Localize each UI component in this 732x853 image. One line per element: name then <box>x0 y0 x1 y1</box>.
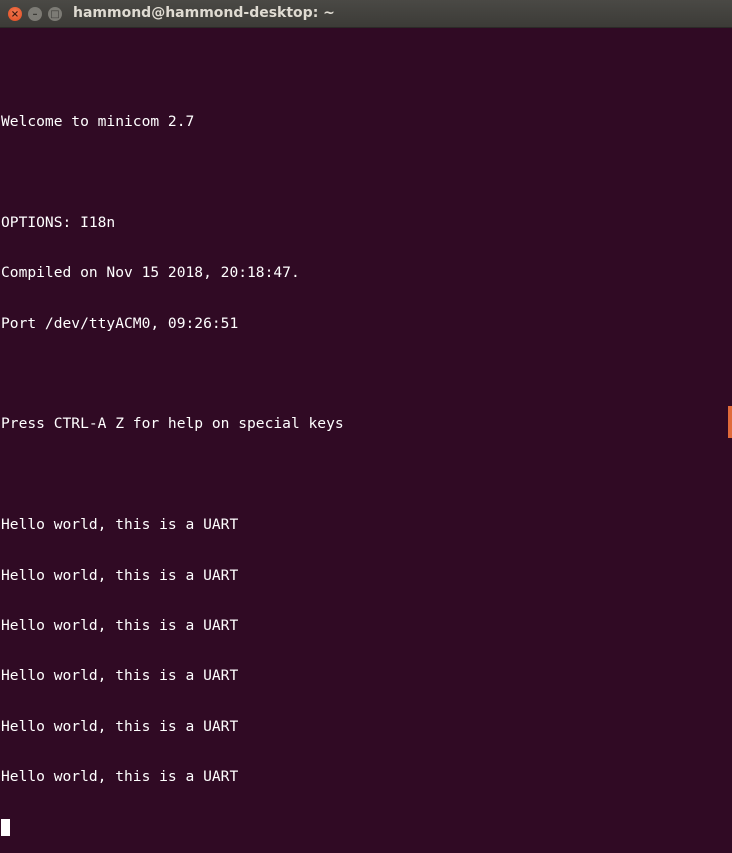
maximize-button[interactable]: □ <box>48 7 62 21</box>
terminal-line: Welcome to minicom 2.7 <box>1 112 195 130</box>
terminal-line: Hello world, this is a UART <box>1 616 239 634</box>
terminal-line: Hello world, this is a UART <box>1 717 239 735</box>
terminal-line: Press CTRL-A Z for help on special keys <box>1 415 344 433</box>
maximize-icon: □ <box>50 8 60 20</box>
terminal-line: Hello world, this is a UART <box>1 566 239 584</box>
terminal-line: Hello world, this is a UART <box>1 516 239 534</box>
scrollbar[interactable] <box>728 406 732 438</box>
terminal-cursor <box>1 819 10 837</box>
terminal-line: OPTIONS: I18n <box>1 213 116 231</box>
minimize-button[interactable]: – <box>28 7 42 21</box>
terminal-line: Hello world, this is a UART <box>1 768 239 786</box>
close-icon: × <box>10 8 20 20</box>
minimize-icon: – <box>32 8 38 20</box>
terminal-line: Hello world, this is a UART <box>1 667 239 685</box>
terminal-line: Port /dev/ttyACM0, 09:26:51 <box>1 314 239 332</box>
close-button[interactable]: × <box>8 7 22 21</box>
window-title: hammond@hammond-desktop: ~ <box>73 5 335 21</box>
terminal-line: Compiled on Nov 15 2018, 20:18:47. <box>1 264 300 282</box>
title-bar: × – □ hammond@hammond-desktop: ~ <box>0 0 732 28</box>
terminal-output[interactable]: Welcome to minicom 2.7 OPTIONS: I18n Com… <box>1 30 726 853</box>
